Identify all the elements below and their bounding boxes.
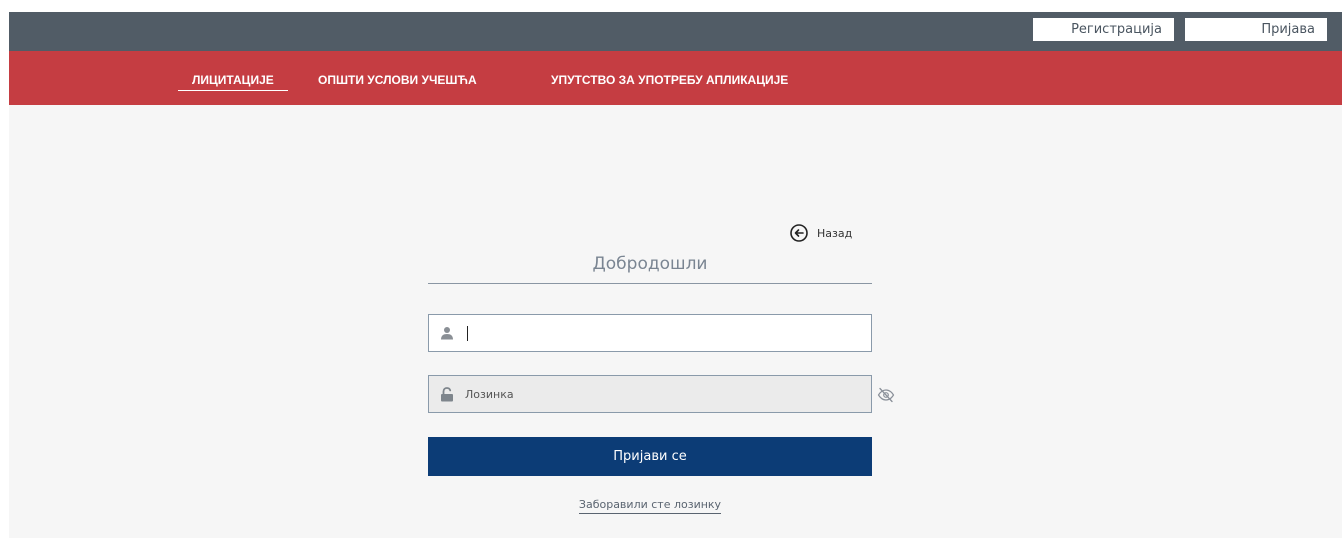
top-bar: Регистрација Пријава <box>9 12 1342 51</box>
welcome-title: Добродошли <box>592 254 708 274</box>
password-input[interactable] <box>465 376 871 412</box>
nav-item-general-terms[interactable]: ОПШТИ УСЛОВИ УЧЕШЋА <box>318 73 477 87</box>
welcome-divider <box>428 283 872 284</box>
username-input[interactable] <box>465 315 871 351</box>
login-button[interactable]: Пријава <box>1185 18 1327 41</box>
back-link[interactable]: Назад <box>789 222 852 244</box>
nav-item-auctions[interactable]: ЛИЦИТАЦИЈЕ <box>178 73 288 91</box>
unlock-icon <box>429 386 465 402</box>
forgot-password-link[interactable]: Заборавили сте лозинку <box>428 493 872 514</box>
forgot-password-label: Заборавили сте лозинку <box>578 498 722 514</box>
eye-slash-icon[interactable] <box>877 386 895 404</box>
text-caret <box>467 326 468 341</box>
nav-item-user-manual[interactable]: УПУТСТВО ЗА УПОТРЕБУ АПЛИКАЦИЈЕ <box>551 73 788 87</box>
main-nav: ЛИЦИТАЦИЈЕ ОПШТИ УСЛОВИ УЧЕШЋА УПУТСТВО … <box>9 51 1342 105</box>
user-icon <box>429 326 465 340</box>
back-label: Назад <box>817 226 853 240</box>
submit-login-button[interactable]: Пријави се <box>428 437 872 476</box>
app-window: Регистрација Пријава ЛИЦИТАЦИЈЕ ОПШТИ УС… <box>9 12 1342 538</box>
username-field <box>428 314 872 352</box>
password-field <box>428 375 872 413</box>
arrow-left-circle-icon <box>790 224 808 242</box>
register-button[interactable]: Регистрација <box>1033 18 1174 41</box>
